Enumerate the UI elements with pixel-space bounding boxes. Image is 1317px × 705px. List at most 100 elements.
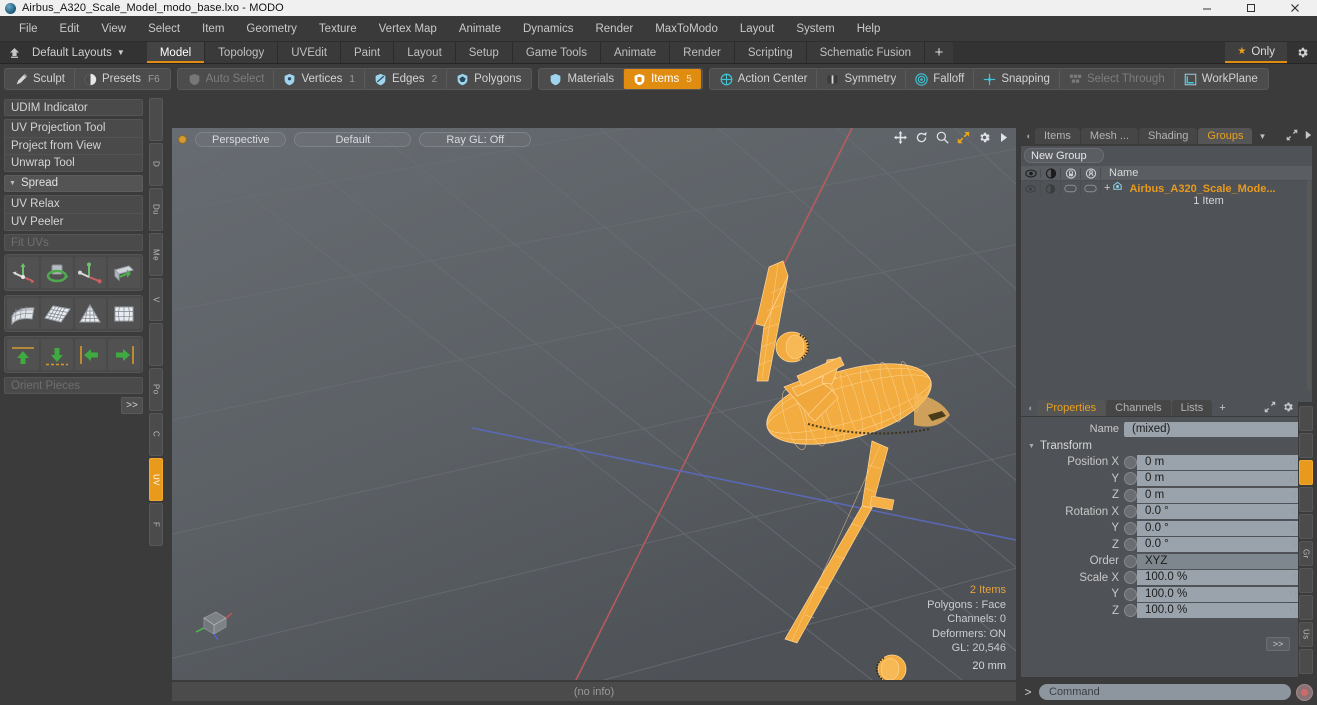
property-channel-toggle[interactable] [1124, 587, 1137, 601]
tab--[interactable]: + [1213, 400, 1231, 416]
properties-more-button[interactable]: >> [1266, 637, 1290, 651]
toolbar-polygons-button[interactable]: Polygons [446, 69, 530, 89]
viewport-shading-selector[interactable]: Default [294, 131, 412, 147]
property-value-input[interactable]: 100.0 % ◌ [1137, 586, 1312, 602]
uv-cone-icon[interactable] [74, 298, 107, 329]
property-channel-toggle[interactable] [1124, 488, 1137, 502]
tab-items[interactable]: Items [1035, 128, 1080, 144]
menu-item-select[interactable]: Select [137, 16, 191, 42]
layout-tab-setup[interactable]: Setup [455, 42, 513, 63]
property-value-input[interactable]: 0.0 ° ◌ [1137, 520, 1312, 536]
groups-tree-row[interactable]: + Airbus_A320_Scale_Mode... 1 Item [1021, 181, 1312, 211]
property-channel-toggle[interactable] [1124, 538, 1137, 552]
align-left-icon[interactable] [74, 339, 107, 370]
property-value-input[interactable]: XYZ▼ [1137, 553, 1312, 569]
uv-sphere-icon[interactable] [108, 298, 140, 329]
menu-item-item[interactable]: Item [191, 16, 235, 42]
spread-section-header[interactable]: ▼ Spread [4, 175, 143, 192]
left-panel-more-button[interactable]: >> [121, 397, 143, 414]
row-select-toggle[interactable] [1081, 181, 1101, 196]
toolbar-symmetry-button[interactable]: Symmetry [816, 69, 905, 89]
chevron-down-icon[interactable]: ▼ [1253, 132, 1271, 141]
toolbar-workplane-button[interactable]: WorkPlane [1173, 69, 1267, 89]
select-icon[interactable] [1081, 167, 1101, 179]
close-button[interactable] [1273, 0, 1317, 16]
vertical-tab-c[interactable]: C [149, 413, 163, 456]
name-input[interactable]: (mixed) [1124, 421, 1306, 437]
render-icon[interactable] [1041, 167, 1061, 179]
menu-item-system[interactable]: System [785, 16, 845, 42]
vertical-tab-blank-5[interactable] [149, 323, 163, 366]
toolbar-sculpt-button[interactable]: Sculpt [6, 69, 74, 89]
toolbar-falloff-button[interactable]: Falloff [905, 69, 973, 89]
property-channel-toggle[interactable] [1124, 472, 1137, 486]
vertical-tab-blank-6[interactable] [1299, 568, 1313, 593]
menu-item-edit[interactable]: Edit [49, 16, 91, 42]
expand-icon[interactable] [1286, 129, 1298, 144]
minimize-button[interactable] [1185, 0, 1229, 16]
uv-move-icon[interactable] [7, 257, 39, 288]
tab-lists[interactable]: Lists [1171, 400, 1213, 416]
property-channel-toggle[interactable] [1124, 604, 1137, 618]
toolbar-snapping-button[interactable]: Snapping [973, 69, 1059, 89]
property-value-input[interactable]: 100.0 % ◌ [1137, 603, 1312, 619]
add-layout-button[interactable]: + [925, 42, 954, 63]
vertical-tab-blank-3[interactable] [1299, 487, 1313, 512]
pan-icon[interactable] [894, 131, 907, 147]
zoom-icon[interactable] [936, 131, 949, 147]
default-layouts-dropdown[interactable]: Default Layouts ▼ [28, 42, 135, 63]
vertical-tab-blank-7[interactable] [1299, 595, 1313, 620]
gear-icon[interactable] [978, 131, 991, 147]
toolbar-select-through-button[interactable]: Select Through [1058, 69, 1174, 89]
toolbar-vertices-button[interactable]: Vertices 1 [273, 69, 363, 89]
only-toggle[interactable]: ★ Only [1225, 42, 1287, 63]
properties-expand-icon[interactable] [1264, 401, 1276, 416]
layout-tab-animate[interactable]: Animate [600, 42, 671, 63]
property-value-input[interactable]: 0 m ◌ [1137, 471, 1312, 487]
toolbar-edges-button[interactable]: Edges 2 [363, 69, 446, 89]
align-down-icon[interactable] [40, 339, 73, 370]
vertical-tab-v[interactable]: V [149, 278, 163, 321]
align-up-icon[interactable] [7, 339, 39, 370]
property-channel-toggle[interactable] [1124, 521, 1137, 535]
layout-tab-uvedit[interactable]: UVEdit [278, 42, 342, 63]
property-channel-toggle[interactable] [1124, 554, 1137, 568]
vertical-tab-blank-2[interactable] [1299, 460, 1313, 485]
menu-item-help[interactable]: Help [846, 16, 892, 42]
property-value-input[interactable]: 0.0 ° ◌ [1137, 504, 1312, 520]
collapse-icon-2[interactable]: ◖ [1024, 403, 1036, 413]
toolbar-materials-button[interactable]: Materials [540, 69, 623, 89]
menu-item-dynamics[interactable]: Dynamics [512, 16, 584, 42]
record-icon[interactable] [1296, 683, 1313, 701]
properties-gear-icon[interactable] [1282, 401, 1294, 416]
vertical-tab-gr[interactable]: Gr [1299, 541, 1313, 566]
left-tool-uv-projection-tool[interactable]: UV Projection Tool [5, 120, 142, 137]
layout-tab-scripting[interactable]: Scripting [734, 42, 807, 63]
toolbar-action-center-button[interactable]: Action Center [711, 69, 817, 89]
toolbar-auto-select-button[interactable]: Auto Select [179, 69, 274, 89]
lock-icon[interactable] [1061, 167, 1081, 179]
row-render-icon[interactable] [1041, 181, 1061, 196]
eye-icon[interactable] [1021, 168, 1041, 178]
groups-scrollbar[interactable] [1307, 180, 1311, 390]
vertical-tab-us[interactable]: Us [1299, 622, 1313, 647]
property-value-input[interactable]: 0.0 ° ◌ [1137, 537, 1312, 553]
left-tool-uv-peeler[interactable]: UV Peeler [5, 213, 142, 230]
vertical-tab-d[interactable]: D [149, 143, 163, 186]
maximize-button[interactable] [1229, 0, 1273, 16]
property-channel-toggle[interactable] [1124, 455, 1137, 469]
viewport-indicator-dot[interactable] [178, 134, 187, 144]
viewport-raygl-selector[interactable]: Ray GL: Off [419, 131, 532, 147]
menu-item-vertex-map[interactable]: Vertex Map [368, 16, 448, 42]
vertical-tab-blank-9[interactable] [1299, 649, 1313, 674]
arrow-right-icon[interactable] [1304, 130, 1312, 143]
left-tool-project-from-view[interactable]: Project from View [5, 137, 142, 154]
vertical-tab-po[interactable]: Po [149, 368, 163, 411]
udim-indicator-button[interactable]: UDIM Indicator [4, 99, 143, 116]
collapse-icon[interactable]: ◖ [1022, 131, 1034, 141]
command-input[interactable]: Command [1039, 684, 1291, 700]
uv-fit-icon[interactable] [7, 298, 39, 329]
transform-section-header[interactable]: ▼ Transform [1021, 438, 1312, 454]
property-value-input[interactable]: 0 m ◌ [1137, 487, 1312, 503]
property-value-input[interactable]: 0 m ◌ [1137, 454, 1312, 470]
